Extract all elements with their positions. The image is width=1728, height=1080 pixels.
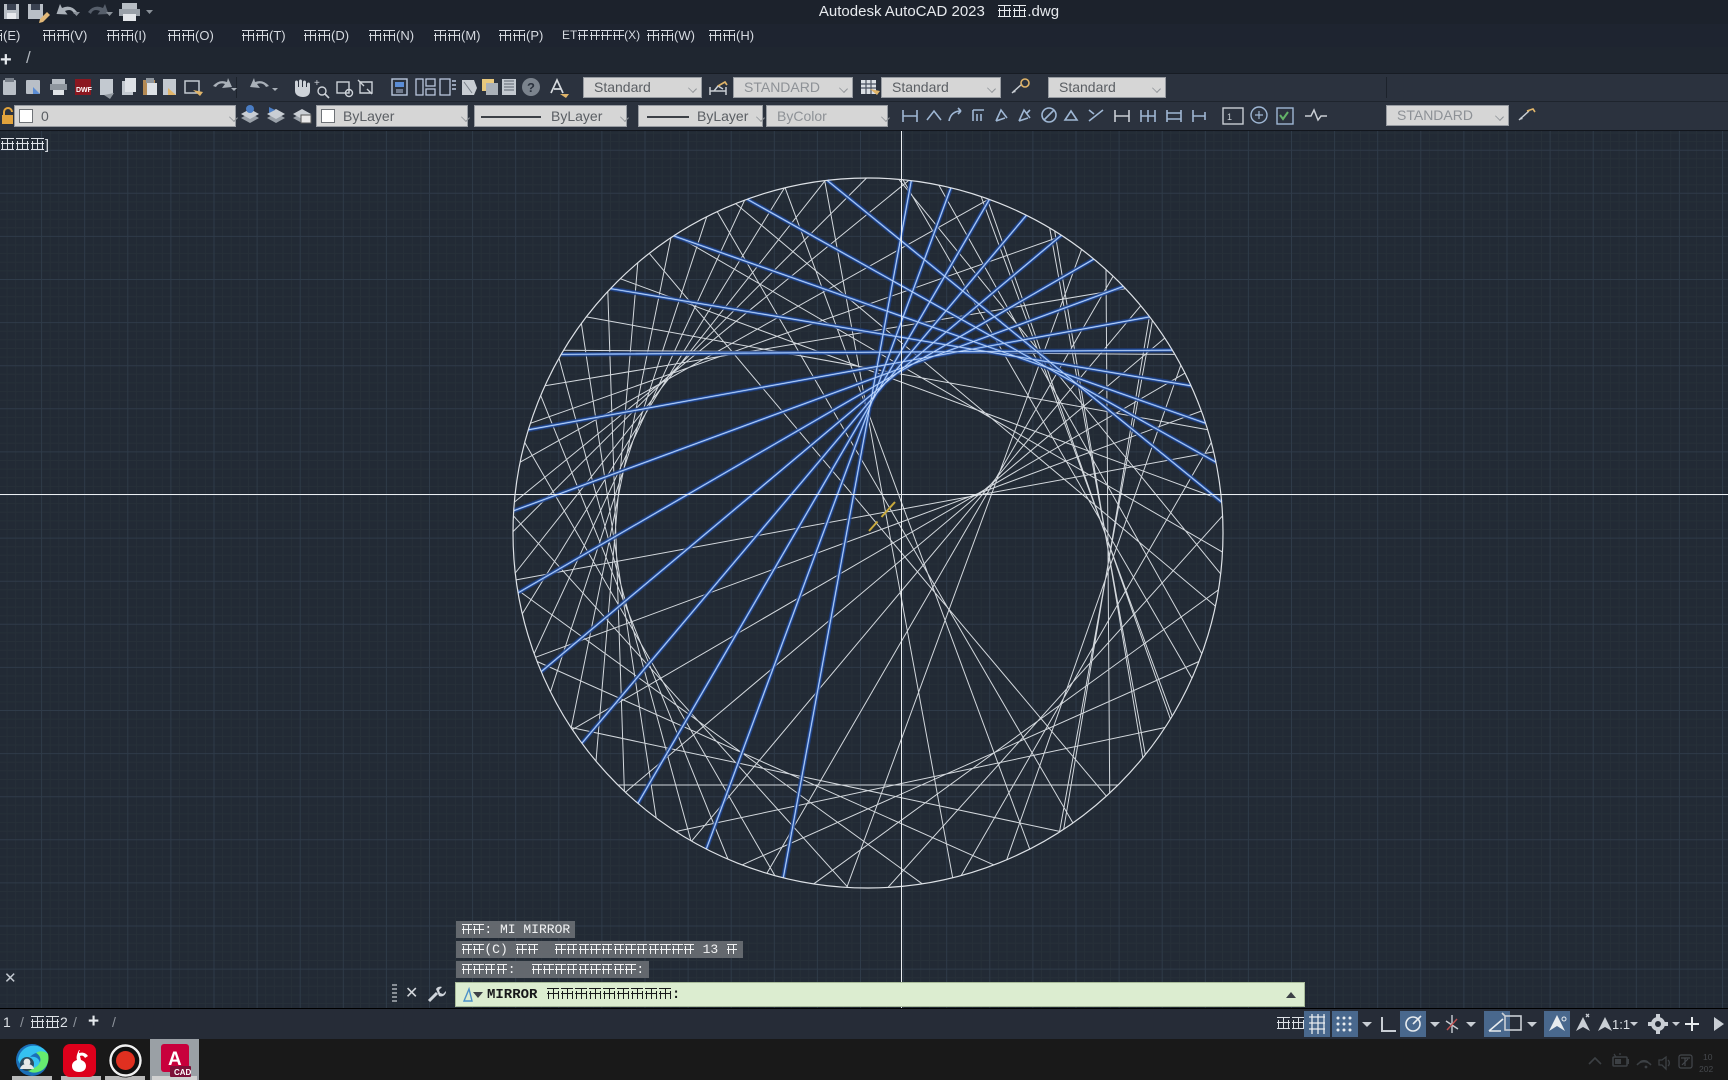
svg-text:DWF: DWF [76, 87, 93, 94]
svg-text:CAD: CAD [174, 1068, 192, 1077]
svg-text:?: ? [527, 80, 535, 95]
svg-text:10: 10 [1703, 1052, 1713, 1062]
svg-text:1: 1 [1227, 112, 1232, 122]
svg-text:1:1: 1:1 [1612, 1017, 1630, 1032]
svg-text:202: 202 [1699, 1064, 1713, 1074]
